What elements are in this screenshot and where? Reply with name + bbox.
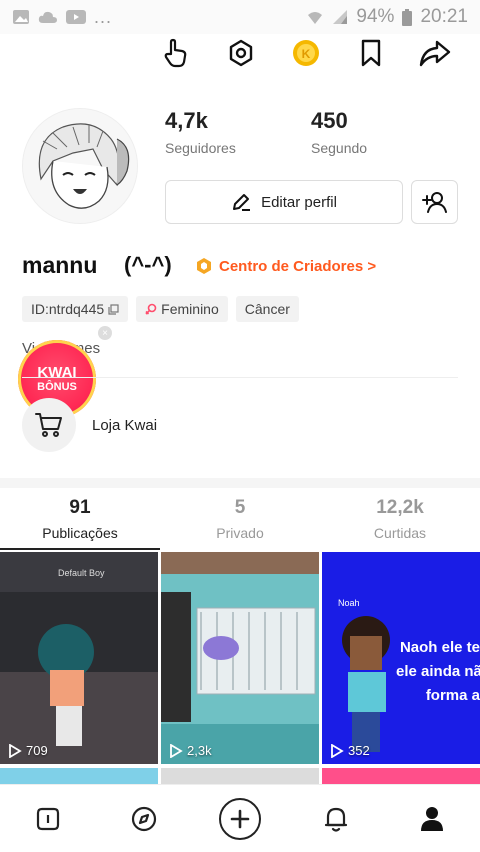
- battery-icon: [402, 8, 413, 26]
- kwai-shop-entry[interactable]: Loja Kwai: [22, 398, 157, 452]
- divider: [22, 377, 458, 378]
- user-id-tag[interactable]: ID:ntrdq445: [22, 296, 129, 322]
- video-overlay-text: Naoh ele te ele ainda nã forma a: [396, 639, 480, 704]
- coin-icon[interactable]: K: [289, 36, 323, 70]
- settings-icon[interactable]: [224, 36, 258, 70]
- home-icon: [36, 807, 60, 830]
- avatar[interactable]: [22, 108, 138, 224]
- video-thumbnail[interactable]: 2,3k: [161, 552, 319, 764]
- video-thumbnail[interactable]: Noah Naoh ele te ele ainda nã forma a 35…: [322, 552, 480, 764]
- play-icon: [331, 743, 344, 758]
- profile-icon: [421, 806, 443, 831]
- profile-name: mannu: [22, 252, 98, 278]
- wifi-icon: [308, 12, 323, 24]
- compass-icon: [131, 806, 157, 831]
- nav-discover[interactable]: [120, 795, 168, 843]
- tab-count: 5: [234, 497, 246, 518]
- view-count: 709: [8, 743, 48, 758]
- profile-toolbar: K: [0, 34, 480, 72]
- svg-text:K: K: [302, 47, 311, 61]
- tab-label: Privado: [216, 525, 264, 541]
- content-tabs: 91 Publicações 5 Privado 12,2k Curtidas: [0, 488, 480, 550]
- play-icon: [170, 743, 183, 758]
- edit-profile-label: Editar perfil: [261, 193, 337, 211]
- following-label: Segundo: [311, 140, 368, 156]
- zodiac-label: Câncer: [244, 301, 290, 317]
- creator-badge-icon: [197, 258, 211, 274]
- tab-likes[interactable]: 12,2k Curtidas: [320, 488, 480, 550]
- following-count: 450: [311, 108, 348, 133]
- profile-tags: ID:ntrdq445 Feminino Câncer: [22, 296, 299, 322]
- edit-profile-button[interactable]: Editar perfil: [165, 180, 403, 224]
- profile-emote: (^-^): [124, 252, 172, 277]
- followers-label: Seguidores: [165, 140, 236, 156]
- clock: 20:21: [420, 6, 468, 27]
- bonus-subtitle: BÔNUS: [37, 381, 77, 393]
- view-count: 2,3k: [169, 743, 212, 758]
- tab-count: 91: [69, 497, 91, 518]
- following-stat[interactable]: 450 Segundo: [311, 108, 367, 156]
- video-grid: Default Boy 709 2,3k Noah Naoh ele te el…: [0, 552, 480, 788]
- tab-label: Curtidas: [373, 525, 427, 541]
- tab-publications[interactable]: 91 Publicações: [0, 488, 160, 550]
- view-count-value: 2,3k: [187, 743, 212, 758]
- shop-label: Loja Kwai: [92, 416, 158, 434]
- bottom-navigation: [0, 784, 480, 852]
- bonus-title: KWAI: [37, 364, 77, 381]
- play-icon: [9, 743, 22, 758]
- more-notifications: ...: [94, 6, 113, 27]
- status-right: 94% 20:21: [306, 6, 468, 28]
- bonus-close-icon[interactable]: ×: [98, 326, 112, 340]
- creator-center-label: Centro de Criadores >: [219, 257, 377, 275]
- view-count-value: 352: [348, 743, 370, 758]
- cloud-icon: [38, 11, 57, 23]
- copy-icon: [108, 303, 119, 315]
- gender-label: Feminino: [161, 301, 219, 317]
- cart-icon: [22, 398, 76, 452]
- hand-icon[interactable]: [159, 36, 193, 70]
- followers-count: 4,7k: [165, 108, 208, 133]
- nav-notifications[interactable]: [312, 795, 360, 843]
- tab-private[interactable]: 5 Privado: [160, 488, 320, 550]
- pencil-icon: [233, 194, 251, 211]
- section-separator: [0, 478, 480, 488]
- add-user-icon: [421, 192, 447, 213]
- youtube-icon: [66, 10, 86, 24]
- signal-icon: [333, 10, 348, 24]
- share-icon[interactable]: [418, 36, 452, 70]
- nav-home[interactable]: [24, 795, 72, 843]
- user-id-label: ID:ntrdq445: [31, 301, 105, 317]
- tab-label: Publicações: [42, 525, 118, 541]
- bell-icon: [324, 807, 348, 832]
- creator-center-link[interactable]: Centro de Criadores >: [195, 257, 376, 275]
- tab-count: 12,2k: [376, 497, 424, 518]
- plus-icon: [219, 797, 261, 840]
- battery-percent: 94%: [356, 6, 395, 27]
- bookmark-icon[interactable]: [354, 36, 388, 70]
- video-caption: Noah: [338, 598, 360, 608]
- status-left: ...: [12, 7, 112, 28]
- video-thumbnail[interactable]: Default Boy 709: [0, 552, 158, 764]
- video-caption: Default Boy: [58, 568, 105, 578]
- female-icon: [145, 303, 157, 315]
- view-count: 352: [330, 743, 370, 758]
- followers-stat[interactable]: 4,7k Seguidores: [165, 108, 236, 156]
- add-friend-button[interactable]: [411, 180, 458, 224]
- zodiac-tag: Câncer: [235, 296, 299, 322]
- image-icon: [13, 10, 29, 24]
- nav-profile[interactable]: [408, 795, 456, 843]
- nav-create[interactable]: [216, 795, 264, 843]
- gender-tag: Feminino: [136, 296, 228, 322]
- status-bar: ... 94% 20:21: [0, 0, 480, 34]
- view-count-value: 709: [26, 743, 48, 758]
